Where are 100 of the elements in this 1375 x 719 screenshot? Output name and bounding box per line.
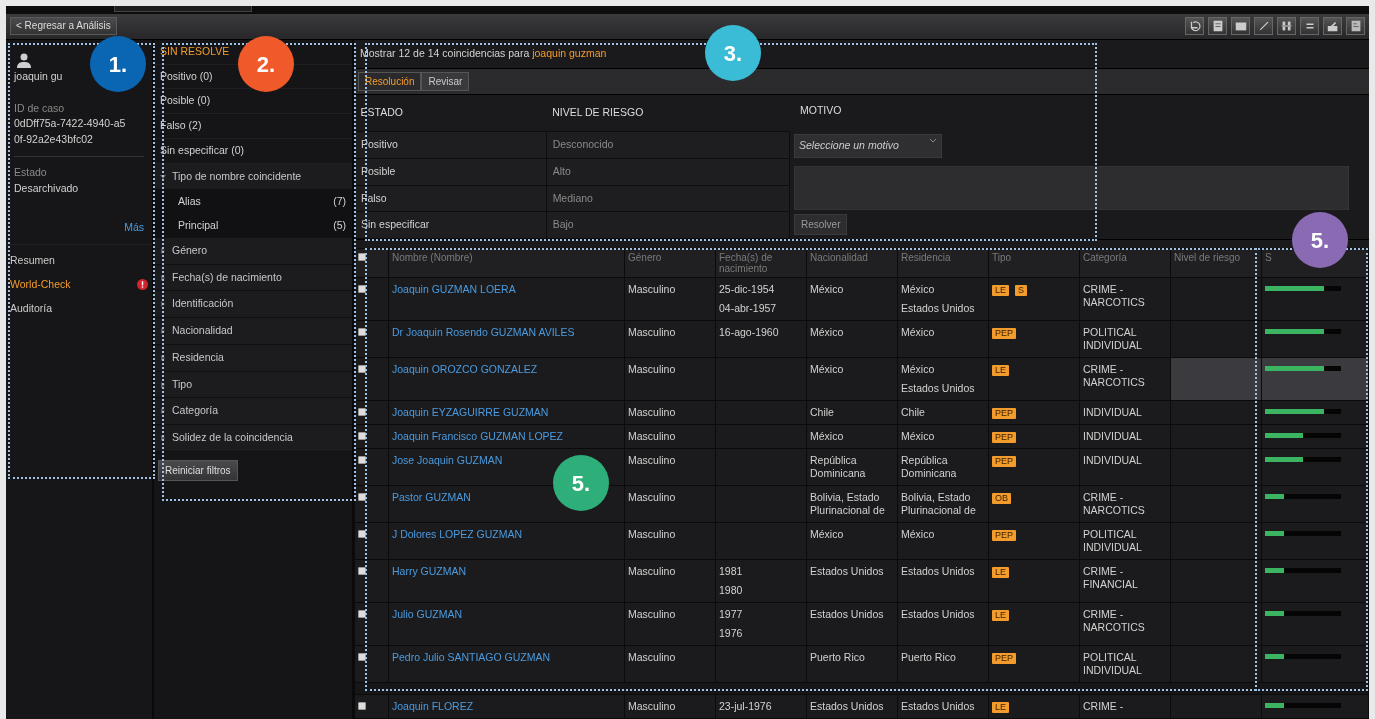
result-name-link[interactable]: Jose Joaquin GUZMAN <box>392 454 503 466</box>
column-header: ESTADO <box>354 94 547 132</box>
type-tag: PEP <box>992 328 1016 339</box>
checkbox[interactable] <box>358 610 366 618</box>
checkbox[interactable] <box>358 702 366 710</box>
checkbox[interactable] <box>358 493 366 501</box>
nav-item[interactable]: Auditoría <box>6 296 152 321</box>
type-tag: LE <box>992 365 1009 376</box>
caret-icon <box>160 173 166 180</box>
result-name-link[interactable]: Harry GUZMAN <box>392 565 467 577</box>
checkbox[interactable] <box>358 253 366 261</box>
result-name-link[interactable]: J Dolores LOPEZ GUZMAN <box>392 528 523 540</box>
back-button[interactable]: < Regresar a Análisis <box>10 17 117 36</box>
person-name: joaquin gu <box>14 68 64 84</box>
table-cell: INDIVIDUAL <box>1079 424 1171 449</box>
result-name-link[interactable]: Pastor GUZMAN <box>392 491 471 503</box>
reason-select[interactable]: Seleccione un motivo <box>794 134 942 159</box>
result-name-link[interactable]: Julio GUZMAN <box>392 608 462 620</box>
residence-text: Estados Unidos <box>901 608 976 621</box>
checkbox[interactable] <box>358 408 366 416</box>
share-icon <box>1325 19 1340 34</box>
checkbox[interactable] <box>358 365 366 373</box>
filter-group[interactable]: Residencia <box>154 344 352 372</box>
person-icon <box>16 51 32 68</box>
toolbar-button[interactable] <box>1231 17 1250 36</box>
date-text: 1981 <box>719 565 744 578</box>
nav-item[interactable]: World-Check <box>6 272 152 297</box>
filter-item[interactable]: Falso (2) <box>154 114 352 139</box>
caret-icon <box>160 354 166 361</box>
risk-option[interactable]: Desconocido <box>546 131 790 159</box>
filter-group[interactable]: Solidez de la coincidencia <box>154 425 352 452</box>
checkbox[interactable] <box>358 328 366 336</box>
checkbox[interactable] <box>358 653 366 661</box>
status-option[interactable]: Positivo <box>354 131 547 159</box>
risk-option[interactable]: Mediano <box>546 185 790 212</box>
result-name-link[interactable]: Joaquin OROZCO GONZALEZ <box>392 363 538 375</box>
tab[interactable]: Revisar <box>421 71 470 91</box>
date-text: 1976 <box>719 627 744 640</box>
status-option[interactable]: Falso <box>354 185 547 212</box>
date-text: 04-abr-1957 <box>719 302 778 315</box>
table-cell: México <box>806 424 898 449</box>
column-header[interactable]: Residencia <box>897 248 989 278</box>
column-header[interactable]: Nivel de riesgo <box>1170 248 1262 278</box>
chevron-down-icon <box>929 138 937 145</box>
result-name-link[interactable]: Joaquin GUZMAN LOERA <box>392 283 516 295</box>
column-header[interactable]: Tipo <box>988 248 1080 278</box>
table-cell: México <box>806 357 898 401</box>
type-tag: LE <box>992 285 1009 296</box>
toolbar-button[interactable] <box>1254 17 1273 36</box>
reset-filters-button[interactable]: Reiniciar filtros <box>158 459 238 481</box>
checkbox[interactable] <box>358 456 366 464</box>
field-label: Estado <box>14 164 48 180</box>
result-name-link[interactable]: Joaquin FLOREZ <box>392 700 474 712</box>
residence-text: Estados Unidos <box>901 382 976 395</box>
nav-item[interactable]: Resumen <box>6 249 152 273</box>
type-tag: LE <box>992 702 1009 713</box>
residence-text: México <box>901 528 936 541</box>
checkbox[interactable] <box>358 432 366 440</box>
column-header[interactable]: Fecha(s) de nacimiento <box>715 248 807 278</box>
filter-group[interactable]: Tipo de nombre coincidente <box>154 163 352 191</box>
date-text: 23-jul-1976 <box>719 700 773 713</box>
toolbar-button[interactable] <box>1185 17 1204 36</box>
risk-option[interactable]: Alto <box>546 158 790 186</box>
status-option[interactable]: Posible <box>354 158 547 186</box>
type-tag: PEP <box>992 456 1016 467</box>
table-cell: Masculino <box>624 277 716 321</box>
column-header[interactable]: Género <box>624 248 716 278</box>
residence-text: México <box>901 326 936 339</box>
tab[interactable]: Resolución <box>358 71 422 91</box>
type-tag: PEP <box>992 530 1016 541</box>
table-cell: POLITICAL INDIVIDUAL <box>1079 320 1171 358</box>
table-cell: CRIME - <box>1079 694 1171 719</box>
checkbox[interactable] <box>358 530 366 538</box>
resolve-button[interactable]: Resolver <box>794 214 848 236</box>
filter-group[interactable]: Tipo <box>154 371 352 399</box>
filter-option[interactable]: Alias <box>178 194 201 211</box>
filter-group[interactable]: Nacionalidad <box>154 318 352 345</box>
column-header[interactable]: Categoría <box>1079 248 1171 278</box>
filter-group[interactable]: Categoría <box>154 398 352 426</box>
toolbar-button[interactable] <box>1323 17 1342 36</box>
checkbox[interactable] <box>358 285 366 293</box>
table-cell: México <box>806 522 898 560</box>
risk-option[interactable]: Bajo <box>546 211 790 239</box>
filter-group[interactable]: Género <box>154 237 352 265</box>
comment-field[interactable] <box>794 166 1349 211</box>
filter-item[interactable]: Sin especificar (0) <box>154 138 352 164</box>
column-header[interactable]: Nombre (Nombre) <box>388 248 625 278</box>
filter-option[interactable]: Principal <box>178 218 219 234</box>
filter-group[interactable]: Fecha(s) de nacimiento <box>154 264 352 292</box>
toolbar-button[interactable] <box>1208 17 1227 36</box>
checkbox[interactable] <box>358 567 366 575</box>
more-link[interactable]: Más <box>124 221 144 234</box>
toolbar-button[interactable] <box>1346 17 1365 36</box>
residence-text: República Dominicana <box>901 454 958 480</box>
type-tag: PEP <box>992 653 1016 664</box>
filter-group[interactable]: Identificación <box>154 291 352 319</box>
column-header[interactable]: Nacionalidad <box>806 248 898 278</box>
table-cell: Masculino <box>624 424 716 449</box>
table-cell: Masculino <box>624 645 716 683</box>
table-cell: Masculino <box>624 522 716 560</box>
